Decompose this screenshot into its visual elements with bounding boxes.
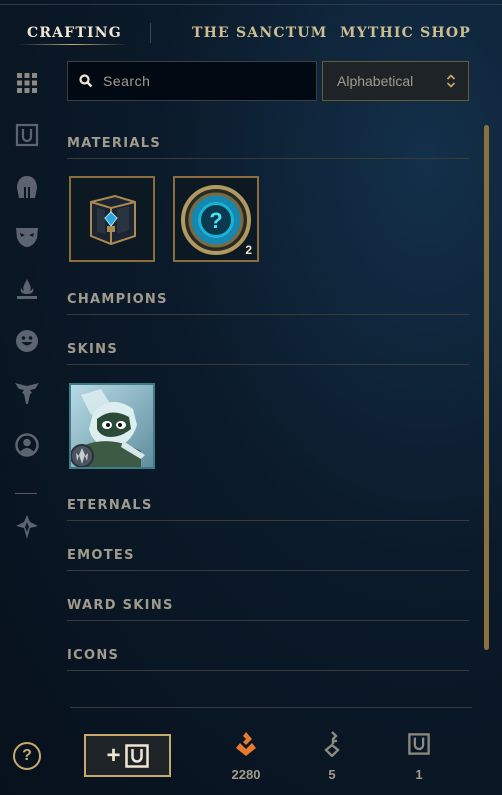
footer-divider <box>70 707 472 708</box>
tab-the-sanctum[interactable]: THE SANCTUM <box>192 25 327 41</box>
mask-icon[interactable] <box>14 224 40 250</box>
svg-text:?: ? <box>209 208 222 233</box>
orange-essence-icon <box>236 732 256 756</box>
section-divider <box>67 314 469 315</box>
profile-icon[interactable] <box>14 432 40 458</box>
section-title-icons[interactable]: ICONS <box>67 648 119 663</box>
helmet-icon[interactable] <box>14 174 40 200</box>
search-box[interactable] <box>67 61 317 101</box>
item-count-badge: 2 <box>245 243 252 257</box>
section-title-skins[interactable]: SKINS <box>67 342 118 357</box>
hextech-chest-icon <box>71 178 153 260</box>
emote-icon[interactable] <box>14 328 40 354</box>
scrollbar-thumb[interactable] <box>484 125 489 650</box>
section-title-champions[interactable]: CHAMPIONS <box>67 292 168 307</box>
key-counter: 5 <box>302 730 362 782</box>
chest-icon[interactable] <box>14 122 40 148</box>
section-title-eternals[interactable]: ETERNALS <box>67 498 153 513</box>
tab-bar: CRAFTING THE SANCTUM MYTHIC SHOP <box>0 20 502 46</box>
ward-icon[interactable] <box>14 276 40 302</box>
section-divider <box>67 620 469 621</box>
chevron-up-down-icon <box>446 74 456 88</box>
skin-tile[interactable] <box>69 383 155 469</box>
add-chest-button[interactable]: + <box>84 734 171 777</box>
key-icon <box>324 731 340 757</box>
material-tile-mystery-orb[interactable]: ? 2 <box>173 176 259 262</box>
orange-essence-counter: 2280 <box>216 730 276 782</box>
search-input[interactable] <box>103 73 303 89</box>
sort-dropdown[interactable]: Alphabetical <box>322 61 469 101</box>
chest-counter: 1 <box>389 730 449 782</box>
section-divider <box>67 570 469 571</box>
help-icon: ? <box>22 747 32 764</box>
section-divider <box>67 520 469 521</box>
section-title-ward-skins[interactable]: WARD SKINS <box>67 598 174 613</box>
plus-icon: + <box>106 741 121 769</box>
help-button[interactable]: ? <box>13 742 41 770</box>
grid-icon[interactable] <box>14 70 40 96</box>
chest-icon <box>124 743 149 768</box>
active-tab-underline <box>18 44 128 45</box>
material-tile-hextech-chest[interactable] <box>69 176 155 262</box>
chest-icon <box>408 733 430 755</box>
anvil-icon[interactable] <box>14 514 40 540</box>
section-divider <box>67 158 469 159</box>
rarity-badge-icon <box>71 444 94 467</box>
tab-mythic-shop[interactable]: MYTHIC SHOP <box>340 25 471 41</box>
section-title-emotes[interactable]: EMOTES <box>67 548 135 563</box>
tab-divider <box>150 23 151 43</box>
top-border <box>0 4 502 5</box>
eternals-icon[interactable] <box>14 380 40 406</box>
orange-essence-value: 2280 <box>231 767 261 782</box>
section-divider <box>67 670 469 671</box>
key-value: 5 <box>328 767 336 782</box>
section-divider <box>67 364 469 365</box>
section-title-materials[interactable]: MATERIALS <box>67 136 161 151</box>
sort-label: Alphabetical <box>337 73 414 89</box>
search-icon <box>79 74 93 88</box>
sidebar-divider <box>15 493 37 494</box>
chest-value: 1 <box>415 767 423 782</box>
tab-crafting[interactable]: CRAFTING <box>27 25 122 41</box>
